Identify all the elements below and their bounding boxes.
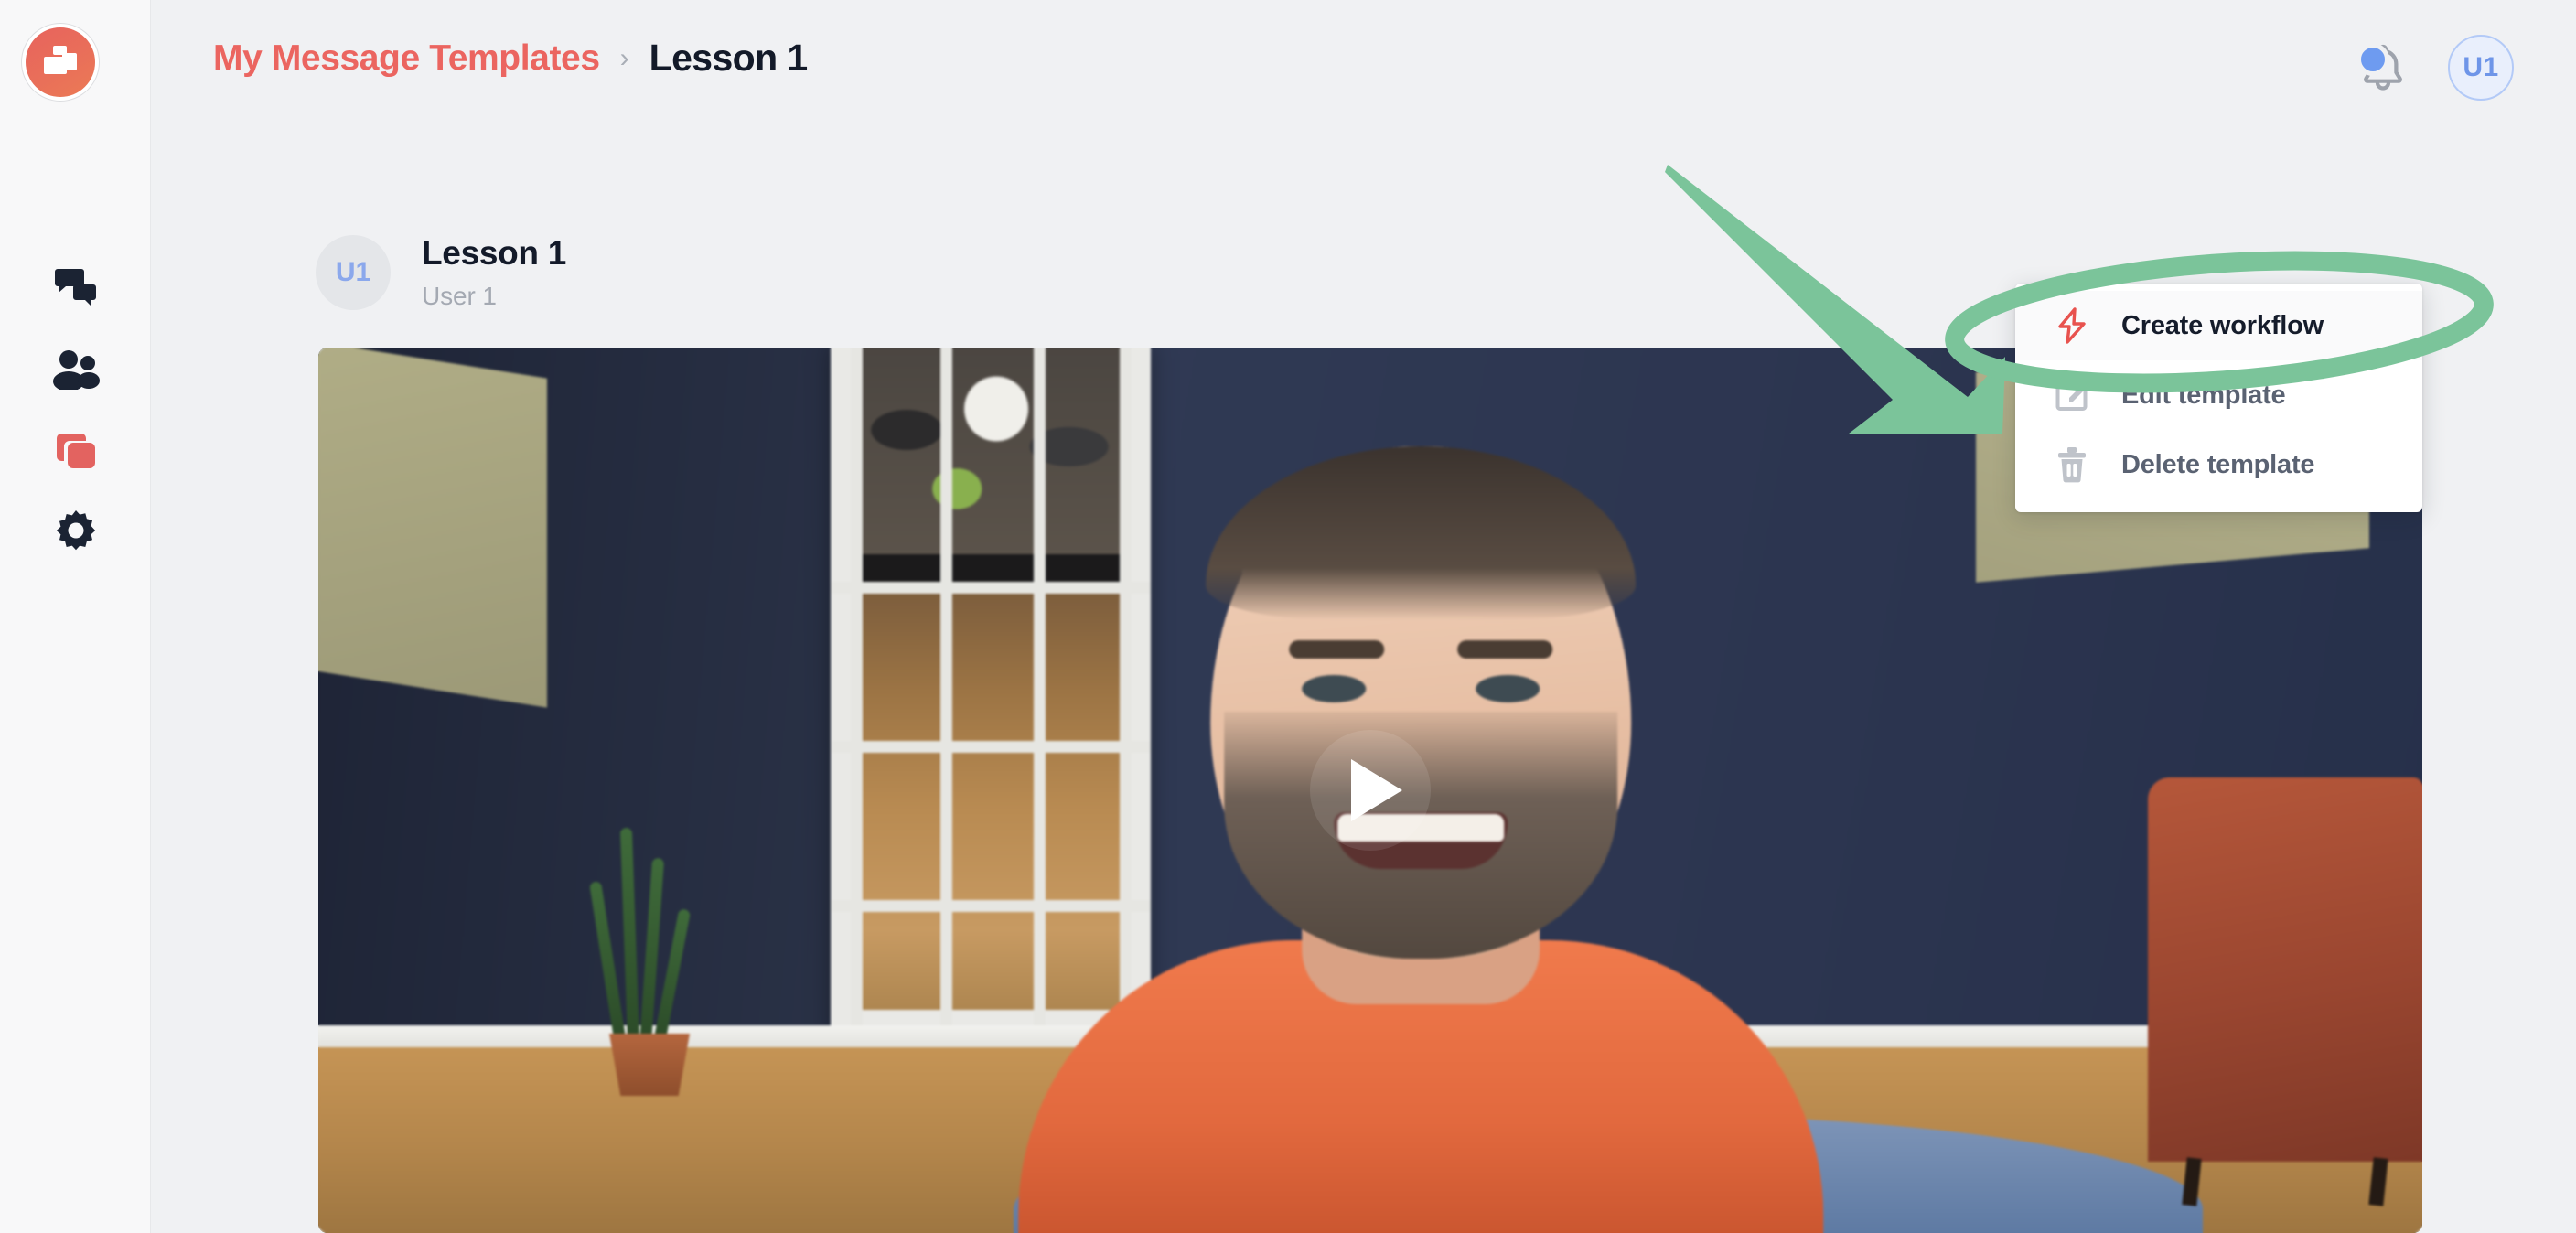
user-avatar[interactable]: U1 <box>2448 35 2514 101</box>
trash-can-icon <box>2054 446 2090 483</box>
app-root: My Message Templates › Lesson 1 U1 U1 Le… <box>0 0 2576 1233</box>
template-title: Lesson 1 <box>422 234 566 272</box>
template-header: U1 Lesson 1 User 1 <box>316 234 566 311</box>
lightning-bolt-icon <box>2054 307 2090 344</box>
top-bar: My Message Templates › Lesson 1 U1 <box>151 0 2576 139</box>
menu-item-delete-template[interactable]: Delete template <box>2015 430 2422 499</box>
plant-pot <box>609 1034 690 1096</box>
sidebar-item-settings[interactable] <box>0 490 151 571</box>
sidebar-nav <box>0 249 151 571</box>
menu-item-label: Create workflow <box>2121 310 2324 340</box>
chevron-right-icon: › <box>619 42 629 73</box>
potted-plant <box>589 821 703 1096</box>
gear-icon <box>54 509 98 552</box>
menu-item-label: Edit template <box>2121 380 2286 410</box>
people-icon <box>52 349 100 390</box>
templates-copy-icon <box>54 428 98 472</box>
menu-item-edit-template[interactable]: Edit template <box>2015 360 2422 430</box>
menu-item-create-workflow[interactable]: Create workflow <box>2015 291 2422 360</box>
page-title: Lesson 1 <box>649 37 809 79</box>
template-owner-avatar: U1 <box>316 234 391 310</box>
sidebar-item-contacts[interactable] <box>0 329 151 410</box>
armchair <box>2148 777 2422 1206</box>
sidebar <box>0 0 151 1233</box>
notifications-button[interactable] <box>2356 43 2406 92</box>
breadcrumb-parent-link[interactable]: My Message Templates <box>213 38 600 79</box>
bell-icon <box>2360 44 2406 96</box>
notification-unread-dot <box>2356 43 2389 76</box>
sidebar-item-messages[interactable] <box>0 249 151 329</box>
template-actions-menu: Create workflow Edit template Delete tem… <box>2015 284 2422 512</box>
top-bar-actions: U1 <box>2356 35 2514 101</box>
template-owner-name: User 1 <box>422 281 497 310</box>
template-header-text: Lesson 1 User 1 <box>422 234 566 311</box>
head <box>1206 446 1637 959</box>
acoustic-panel-left <box>318 348 547 708</box>
person-in-video <box>1000 446 1841 1233</box>
chat-bubbles-icon <box>53 268 99 310</box>
breadcrumb: My Message Templates › Lesson 1 <box>213 37 808 80</box>
sidebar-item-templates[interactable] <box>0 410 151 490</box>
door-mullion-vertical <box>940 348 952 1041</box>
play-button[interactable] <box>1310 730 1431 851</box>
stacked-cards-logo-icon <box>42 44 79 81</box>
app-logo[interactable] <box>26 27 95 97</box>
edit-pencil-square-icon <box>2054 378 2090 413</box>
door-mullion-vertical <box>851 348 863 1041</box>
play-triangle-icon <box>1351 759 1402 821</box>
menu-item-label: Delete template <box>2121 449 2315 479</box>
